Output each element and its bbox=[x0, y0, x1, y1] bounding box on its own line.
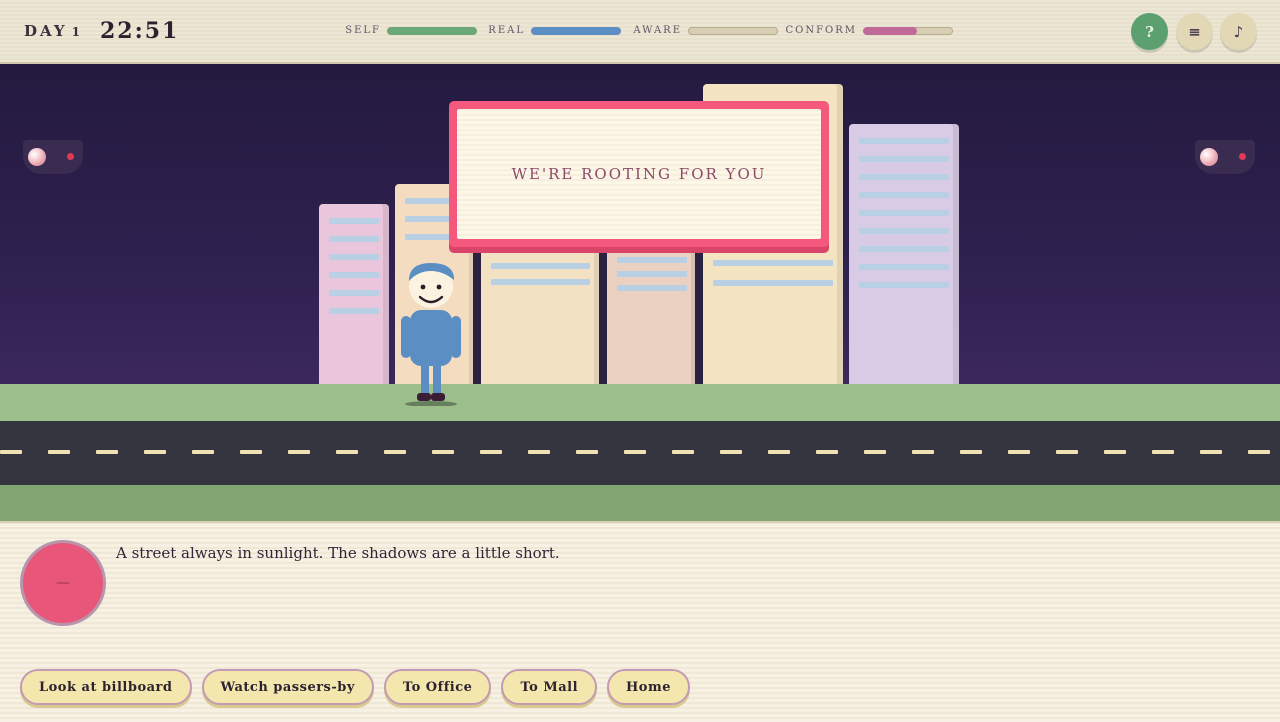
lamp-indicator-icon bbox=[1239, 153, 1246, 160]
stat-meter bbox=[387, 27, 477, 35]
stat-label: SELF bbox=[345, 25, 381, 36]
lane-dash bbox=[0, 450, 22, 454]
lane-dash bbox=[48, 450, 70, 454]
building-window bbox=[859, 192, 949, 198]
action-look-at-billboard-button[interactable]: Look at billboard bbox=[20, 669, 192, 705]
lane-dash bbox=[528, 450, 550, 454]
building-window bbox=[329, 272, 379, 278]
lane-dash bbox=[1056, 450, 1078, 454]
building-window bbox=[617, 257, 687, 263]
day-label: DAY bbox=[24, 22, 68, 40]
action-home-button[interactable]: Home bbox=[607, 669, 690, 705]
stat-meter bbox=[863, 27, 953, 35]
lane-dash bbox=[864, 450, 886, 454]
street-lamp-right bbox=[1195, 140, 1255, 174]
lane-dash bbox=[1248, 450, 1270, 454]
action-to-mall-button[interactable]: To Mall bbox=[501, 669, 598, 705]
stat-fill bbox=[387, 27, 477, 35]
day-number: 1 bbox=[71, 25, 83, 39]
building-window bbox=[859, 228, 949, 234]
building-window bbox=[491, 263, 590, 269]
building-window bbox=[329, 236, 379, 242]
action-choices: Look at billboard Watch passers-by To Of… bbox=[20, 669, 690, 705]
lane-dash bbox=[1200, 450, 1222, 454]
building-window bbox=[617, 285, 687, 291]
building-window bbox=[713, 280, 833, 286]
billboard-pole bbox=[695, 247, 703, 385]
lane-dash bbox=[672, 450, 694, 454]
lane-dash bbox=[624, 450, 646, 454]
building-rose bbox=[607, 239, 697, 385]
lane-dash bbox=[768, 450, 790, 454]
building-lavender bbox=[849, 124, 959, 385]
lane-dash bbox=[192, 450, 214, 454]
building-window bbox=[713, 260, 833, 266]
speaker-portrait: — bbox=[20, 540, 106, 626]
building-window bbox=[329, 218, 379, 224]
stat-fill bbox=[863, 27, 917, 35]
lane-dash bbox=[480, 450, 502, 454]
billboard[interactable]: WE'RE ROOTING FOR YOU bbox=[449, 101, 829, 247]
lane-dash bbox=[384, 450, 406, 454]
menu-button[interactable]: ≡ bbox=[1176, 13, 1213, 50]
lane-dash bbox=[336, 450, 358, 454]
building-pink bbox=[319, 204, 389, 385]
lane-dash bbox=[96, 450, 118, 454]
stat-meter bbox=[531, 27, 621, 35]
billboard-pole bbox=[599, 247, 607, 385]
help-button[interactable]: ? bbox=[1131, 13, 1168, 50]
building-window bbox=[617, 271, 687, 277]
building-window bbox=[859, 138, 949, 144]
building-window bbox=[859, 264, 949, 270]
building-cream bbox=[481, 239, 600, 385]
building-window bbox=[329, 254, 379, 260]
status-bar: DAY 1 22:51 SELF REAL AWARE CONFORM ? ≡ ♪ bbox=[0, 0, 1280, 64]
lane-dash bbox=[576, 450, 598, 454]
game-clock: 22:51 bbox=[100, 18, 180, 44]
day-counter: DAY 1 bbox=[24, 22, 83, 40]
street-scene: WE'RE ROOTING FOR YOU bbox=[0, 64, 1280, 521]
road bbox=[0, 421, 1280, 485]
building-window bbox=[329, 290, 379, 296]
player-character bbox=[401, 263, 461, 406]
lane-dash bbox=[1008, 450, 1030, 454]
lane-dash bbox=[960, 450, 982, 454]
building-window bbox=[859, 246, 949, 252]
dialogue-text: A street always in sunlight. The shadows… bbox=[116, 544, 560, 562]
billboard-panel: WE'RE ROOTING FOR YOU bbox=[457, 109, 821, 239]
building-window bbox=[859, 282, 949, 288]
billboard-pole bbox=[473, 247, 481, 385]
lamp-bulb-icon bbox=[1200, 148, 1218, 166]
lane-dash bbox=[720, 450, 742, 454]
grass-verge-top bbox=[0, 384, 1280, 421]
lane-dash bbox=[1104, 450, 1126, 454]
lane-dash bbox=[816, 450, 838, 454]
building-window bbox=[859, 174, 949, 180]
street-lamp-left bbox=[23, 140, 83, 174]
stat-label: REAL bbox=[488, 25, 525, 36]
action-watch-passers-by-button[interactable]: Watch passers-by bbox=[201, 669, 374, 705]
lamp-bulb-icon bbox=[28, 148, 46, 166]
lane-dash bbox=[432, 450, 454, 454]
lane-dash bbox=[240, 450, 262, 454]
grass-verge-bottom bbox=[0, 485, 1280, 521]
stat-fill bbox=[531, 27, 621, 35]
lane-dash bbox=[1152, 450, 1174, 454]
dialogue-panel: — A street always in sunlight. The shado… bbox=[0, 521, 1280, 722]
billboard-text: WE'RE ROOTING FOR YOU bbox=[511, 165, 767, 183]
building-window bbox=[329, 308, 379, 314]
action-to-office-button[interactable]: To Office bbox=[383, 669, 492, 705]
building-window bbox=[859, 156, 949, 162]
lane-dash bbox=[144, 450, 166, 454]
lane-dash bbox=[288, 450, 310, 454]
stat-label: AWARE bbox=[633, 25, 682, 36]
lamp-indicator-icon bbox=[67, 153, 74, 160]
building-window bbox=[859, 210, 949, 216]
music-toggle-button[interactable]: ♪ bbox=[1220, 13, 1257, 50]
building-window bbox=[491, 279, 590, 285]
lane-dash bbox=[912, 450, 934, 454]
stat-meter bbox=[688, 27, 778, 35]
stat-label: CONFORM bbox=[785, 25, 857, 36]
